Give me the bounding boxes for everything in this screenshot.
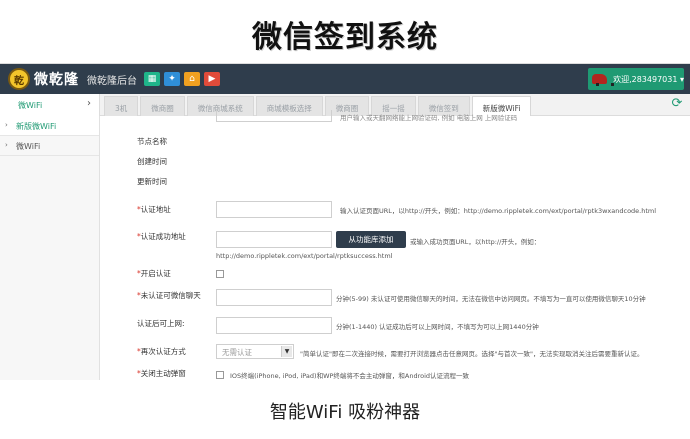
page: 微信签到系统 乾 微乾隆 微乾隆后台 ▦ ✦ ⌂ ▶ 欢迎,283497031 … [0, 0, 690, 439]
user-label: 欢迎,283497031 ▾ [613, 74, 684, 84]
sidebar-item-label: 新版微WiFi [16, 122, 57, 131]
success-url-label: *认证成功地址 [137, 232, 186, 241]
brand-name: 微乾隆 [34, 72, 79, 88]
reauth-select[interactable]: 无需认证 ▼ [216, 344, 294, 359]
reauth-selected: 无需认证 [222, 348, 252, 357]
unauth-chat-input[interactable] [216, 289, 332, 306]
admin-screen: 乾 微乾隆 微乾隆后台 ▦ ✦ ⌂ ▶ 欢迎,283497031 ▾ 微WiFi… [0, 63, 690, 380]
chevron-right-icon: › [5, 141, 8, 149]
main-form: 用户输入或天翻网络能上网验证码, 例如 电脑上网 上网验证码 节点名称 创建时间… [100, 110, 690, 380]
avatar-car-icon [592, 74, 615, 86]
chevron-right-icon: › [5, 121, 8, 129]
enable-auth-checkbox[interactable] [216, 270, 224, 278]
chevron-down-icon: ▼ [281, 346, 292, 357]
close-popup-checkbox[interactable] [216, 371, 224, 379]
gear-icon[interactable]: ✦ [164, 72, 180, 86]
unauth-chat-label: *未认证可微信聊天 [137, 291, 201, 300]
success-url-hint: 或输入成功页面URL，以http://开头，例如： [410, 238, 541, 246]
sidebar-item-wifi[interactable]: › 微WiFi [0, 136, 99, 156]
after-auth-label: 认证后可上网: [137, 319, 185, 328]
after-auth-hint: 分钟(1-1440) 认证成功后可以上网时间，不填写为可以上网1440分钟 [336, 323, 539, 331]
chevron-right-icon: › [87, 98, 91, 109]
home-icon[interactable]: ⌂ [184, 72, 200, 86]
breadcrumb[interactable]: 微WiFi › [0, 94, 100, 116]
after-auth-input[interactable] [216, 317, 332, 334]
close-popup-label: *关闭主动弹窗 [137, 369, 186, 378]
sidebar-item-label: 微WiFi [16, 142, 41, 151]
success-url-input[interactable] [216, 231, 332, 248]
grid-icon[interactable]: ▦ [144, 72, 160, 86]
partial-input[interactable] [216, 110, 332, 122]
auth-url-label: *认证地址 [137, 205, 171, 214]
created-time-label: 创建时间 [137, 157, 167, 166]
add-from-library-button[interactable]: 从功能库添加 [336, 231, 406, 248]
auth-url-input[interactable] [216, 201, 332, 218]
unauth-chat-hint: 分钟(5-99) 未认证可使用微信聊天的时间，无法在微信中访问网页。不填写为一直… [336, 295, 646, 303]
refresh-icon[interactable]: ⟳ [670, 97, 684, 111]
sidebar: › 新版微WiFi › 微WiFi [0, 116, 100, 380]
promo-title: 微信签到系统 [252, 20, 438, 55]
tab-3ji[interactable]: 3机 [104, 96, 139, 116]
partial-hint: 用户输入或天翻网络能上网验证码, 例如 电脑上网 上网验证码 [340, 114, 518, 122]
reauth-hint: "简单认证"即在二次连接时候，需要打开浏览器点击任意网页。选择"与首次一致"，无… [300, 350, 644, 358]
brand-subtitle: 微乾隆后台 [87, 75, 137, 87]
breadcrumb-label: 微WiFi [18, 101, 43, 110]
tab-weishangquan[interactable]: 微商圈 [140, 96, 185, 116]
promo-caption: 智能WiFi 吸粉神器 [269, 402, 421, 423]
play-icon[interactable]: ▶ [204, 72, 220, 86]
enable-auth-label: *开启认证 [137, 269, 171, 278]
reauth-label: *再次认证方式 [137, 347, 186, 356]
sidebar-item-new-wifi[interactable]: › 新版微WiFi [0, 116, 99, 136]
updated-time-label: 更新时间 [137, 177, 167, 186]
success-url-hint-example: http://demo.rippletek.com/ext/portal/rpt… [216, 252, 393, 260]
node-name-label: 节点名称 [137, 137, 167, 146]
top-navbar: 乾 微乾隆 微乾隆后台 ▦ ✦ ⌂ ▶ 欢迎,283497031 ▾ [0, 64, 690, 94]
toolbar-icons: ▦ ✦ ⌂ ▶ [144, 72, 220, 86]
close-popup-hint: IOS终端(iPhone, iPod, iPad)和WP终端将不会主动弹窗，和A… [230, 372, 470, 380]
logo[interactable]: 乾 微乾隆 微乾隆后台 [8, 68, 137, 90]
user-menu[interactable]: 欢迎,283497031 ▾ [588, 68, 684, 90]
logo-badge-icon: 乾 [8, 68, 30, 90]
auth-url-hint: 输入认证页面URL，以http://开头，例如：http://demo.ripp… [340, 207, 657, 215]
